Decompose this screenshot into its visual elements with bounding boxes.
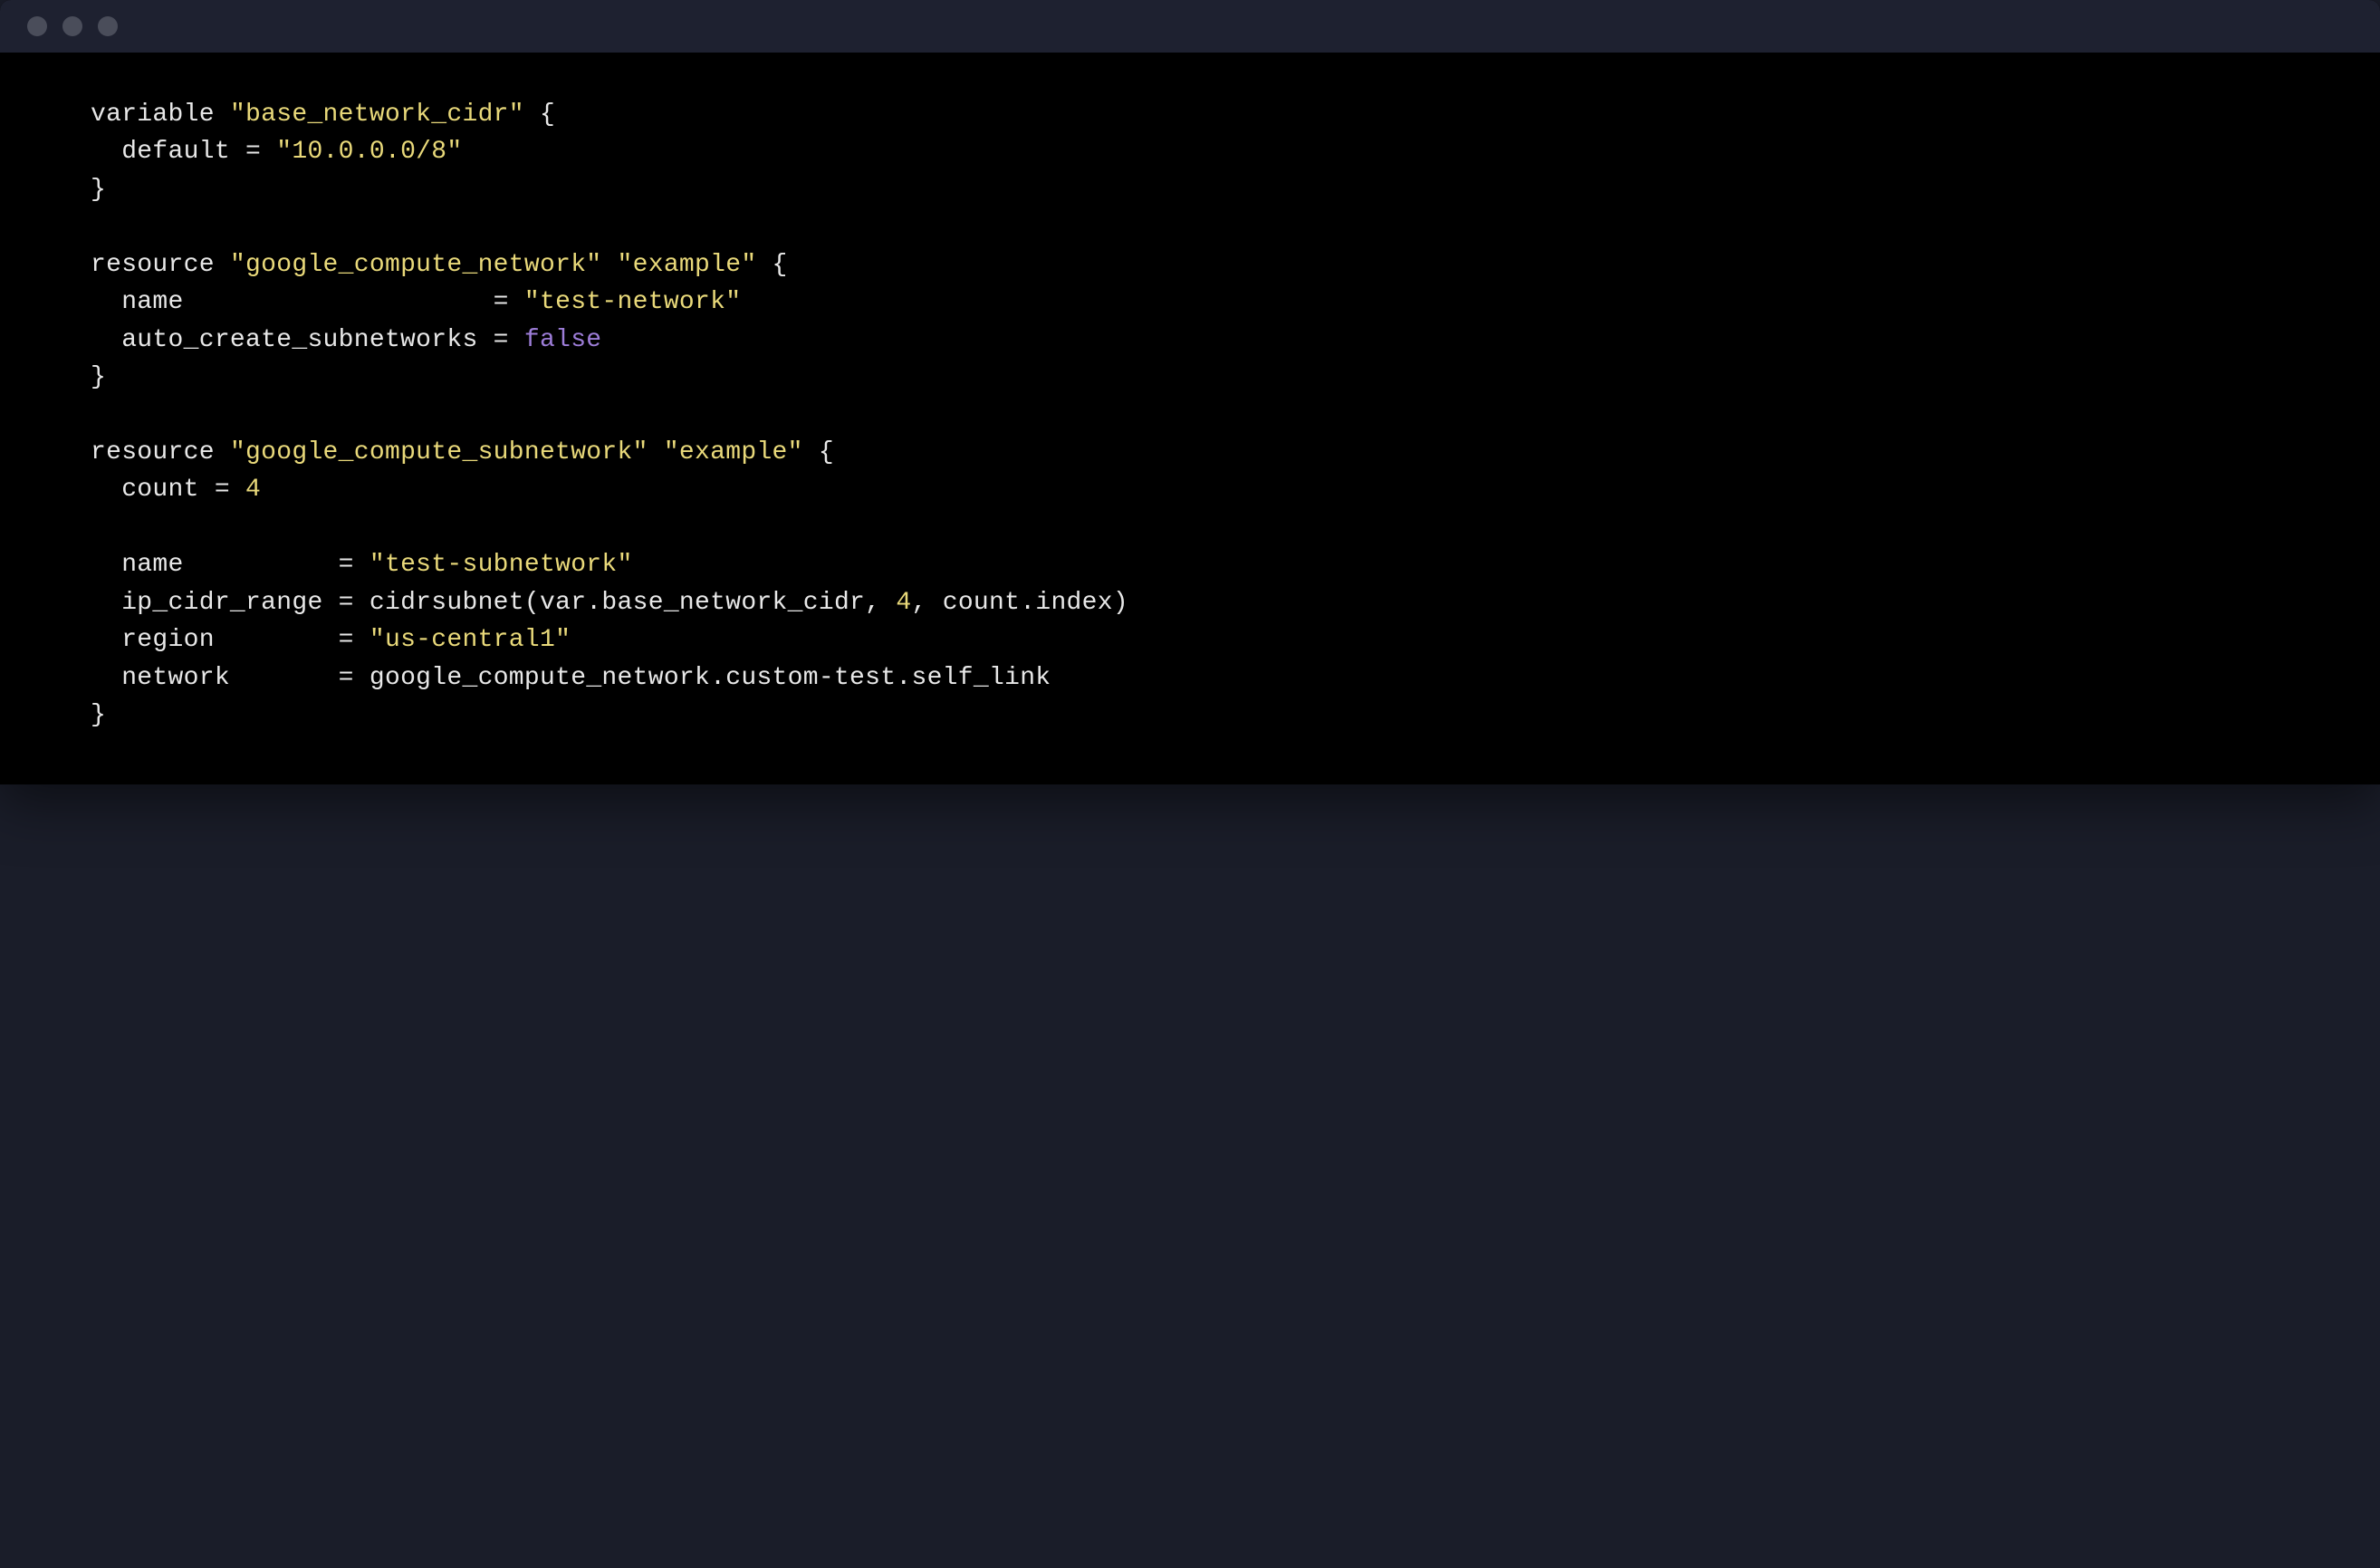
keyword-variable: variable [91, 101, 215, 129]
brace: { [756, 251, 787, 279]
close-icon[interactable] [27, 16, 47, 36]
string-literal: "example" [664, 438, 803, 467]
string-literal: "google_compute_subnetwork" [230, 438, 648, 467]
string-literal: "us-central1" [369, 626, 571, 654]
paren: ( [524, 589, 540, 617]
code-editor: variable "base_network_cidr" { default =… [0, 53, 2380, 784]
keyword-resource: resource [91, 251, 215, 279]
operator: = [323, 589, 369, 617]
identifier: google_compute_network.custom-test.self_… [369, 664, 1051, 692]
identifier: count [91, 476, 199, 504]
minimize-icon[interactable] [62, 16, 82, 36]
operator: = [184, 551, 369, 579]
string-literal: "google_compute_network" [230, 251, 601, 279]
brace: { [803, 438, 834, 467]
function-call: cidrsubnet [369, 589, 524, 617]
string-literal: "test-network" [524, 288, 741, 316]
brace: { [524, 101, 555, 129]
brace: } [91, 176, 106, 204]
identifier: var.base_network_cidr [540, 589, 865, 617]
operator: = [184, 288, 524, 316]
keyword-resource: resource [91, 438, 215, 467]
string-literal: "base_network_cidr" [230, 101, 524, 129]
brace: } [91, 363, 106, 391]
paren: ) [1113, 589, 1128, 617]
identifier: name [91, 288, 184, 316]
code-window: variable "base_network_cidr" { default =… [0, 0, 2380, 784]
identifier: network [91, 664, 230, 692]
maximize-icon[interactable] [98, 16, 118, 36]
identifier: region [91, 626, 215, 654]
brace: } [91, 701, 106, 729]
number-literal: 4 [245, 476, 261, 504]
operator: = [215, 626, 369, 654]
identifier: default [91, 138, 230, 166]
string-literal: "example" [618, 251, 757, 279]
identifier: name [91, 551, 184, 579]
identifier: auto_create_subnetworks [91, 326, 478, 354]
string-literal: "10.0.0.0/8" [276, 138, 462, 166]
operator: = [199, 476, 245, 504]
operator: = [230, 138, 276, 166]
operator: = [478, 326, 524, 354]
boolean-literal: false [524, 326, 602, 354]
identifier: count.index [943, 589, 1113, 617]
string-literal: "test-subnetwork" [369, 551, 633, 579]
identifier: ip_cidr_range [91, 589, 323, 617]
operator: = [230, 664, 369, 692]
number-literal: 4 [896, 589, 911, 617]
window-titlebar [0, 0, 2380, 53]
